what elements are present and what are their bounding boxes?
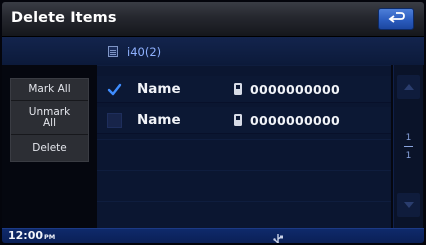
list-divider (97, 201, 391, 202)
item-number: 0000000000 (250, 82, 340, 97)
checkmark-icon (107, 83, 122, 96)
contact-list-icon (108, 46, 118, 57)
phone-icon (234, 114, 242, 126)
unmark-all-label: Unmark All (28, 105, 71, 129)
scroll-up-button[interactable] (397, 75, 420, 99)
command-panel: Mark All Unmark All Delete (2, 65, 95, 228)
back-arrow-icon (388, 12, 405, 23)
unmark-all-button[interactable]: Unmark All (11, 101, 88, 135)
list-divider (97, 170, 391, 171)
scroll-down-button[interactable] (397, 193, 420, 217)
item-list: Name 0000000000 Name 0000000000 (97, 65, 391, 228)
page-current: 1 (405, 133, 412, 143)
list-divider (97, 65, 391, 66)
list-item[interactable]: Name 0000000000 (97, 76, 391, 103)
usb-icon (271, 230, 285, 243)
delete-button[interactable]: Delete (11, 135, 88, 161)
title-bar: Delete Items (2, 2, 424, 37)
folder-label: i40(2) (127, 45, 162, 59)
clock-time: 12:00 (8, 229, 44, 242)
page-separator (404, 146, 413, 147)
back-button[interactable] (378, 8, 414, 30)
mark-all-button[interactable]: Mark All (11, 79, 88, 101)
screen: Delete Items i40(2) Mark All Unmark All … (2, 2, 424, 243)
item-name: Name (137, 81, 181, 97)
item-number: 0000000000 (250, 113, 340, 128)
scrollbar[interactable]: 1 1 (393, 65, 423, 228)
phone-icon (234, 83, 242, 95)
page-title: Delete Items (11, 10, 117, 26)
item-name: Name (137, 112, 181, 128)
status-bar: 12:00PM (2, 228, 424, 243)
page-total: 1 (405, 151, 412, 161)
clock-ampm: PM (44, 233, 56, 241)
list-item[interactable]: Name 0000000000 (97, 107, 391, 134)
folder-header: i40(2) (2, 37, 424, 65)
checkbox-unchecked[interactable] (107, 113, 122, 128)
list-divider (97, 139, 391, 140)
checkbox-checked[interactable] (107, 82, 122, 97)
command-column: Mark All Unmark All Delete (10, 78, 89, 162)
clock: 12:00PM (8, 229, 55, 242)
